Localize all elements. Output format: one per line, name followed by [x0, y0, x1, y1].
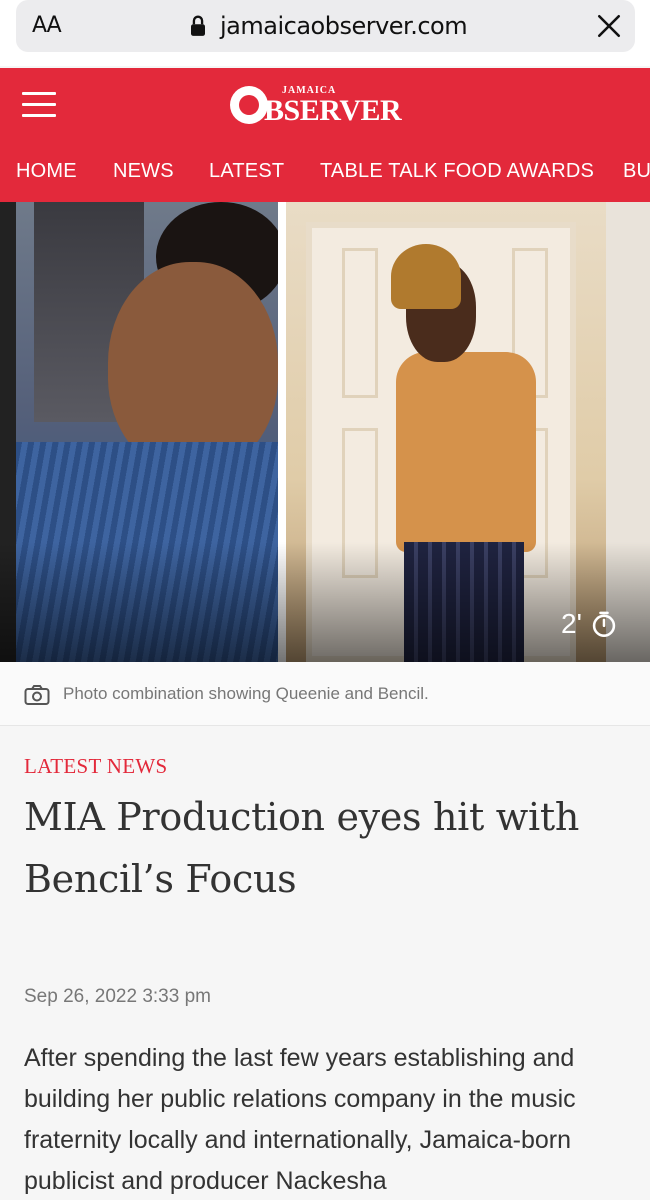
nav-item-table-talk[interactable]: TABLE TALK FOOD AWARDS: [320, 160, 594, 183]
read-time-value: 2': [561, 608, 582, 639]
read-time: 2': [561, 608, 618, 640]
camera-icon: [24, 685, 50, 705]
headline-line-2: Bencil’s Focus: [24, 857, 297, 901]
caption-text: Photo combination showing Queenie and Be…: [63, 684, 429, 703]
nav-item-home[interactable]: HOME: [16, 160, 77, 183]
menu-icon[interactable]: [22, 92, 56, 118]
article-body: After spending the last few years establ…: [24, 1044, 576, 1195]
close-icon[interactable]: [596, 13, 622, 39]
url-display[interactable]: jamaicaobserver.com: [184, 12, 468, 40]
main-nav: HOME NEWS LATEST TABLE TALK FOOD AWARDS …: [0, 160, 650, 190]
nav-item-latest[interactable]: LATEST: [209, 160, 284, 183]
lock-icon: [191, 15, 205, 36]
photo-caption: Photo combination showing Queenie and Be…: [0, 662, 650, 726]
text-size-label: AA: [32, 13, 62, 38]
headline-line-1: MIA Production eyes hit with: [24, 795, 580, 839]
site-logo[interactable]: JAMAICA BSERVER: [230, 80, 425, 130]
logo-main-text: BSERVER: [264, 94, 402, 127]
browser-toolbar: AA jamaicaobserver.com: [0, 0, 650, 66]
nav-item-more[interactable]: BU: [623, 160, 650, 183]
globe-icon: [230, 86, 268, 124]
article-headline: MIA Production eyes hit with Bencil’s Fo…: [24, 786, 624, 910]
stopwatch-icon: [592, 611, 616, 637]
nav-item-news[interactable]: NEWS: [113, 160, 174, 183]
text-size-button[interactable]: AA: [32, 13, 62, 38]
article-date: Sep 26, 2022 3:33 pm: [24, 986, 211, 1007]
article-category[interactable]: LATEST NEWS: [24, 754, 168, 779]
address-bar[interactable]: AA jamaicaobserver.com: [16, 0, 635, 52]
url-text: jamaicaobserver.com: [220, 12, 468, 40]
site-header: JAMAICA BSERVER HOME NEWS LATEST TABLE T…: [0, 68, 650, 202]
hero-image: 2': [0, 202, 650, 662]
